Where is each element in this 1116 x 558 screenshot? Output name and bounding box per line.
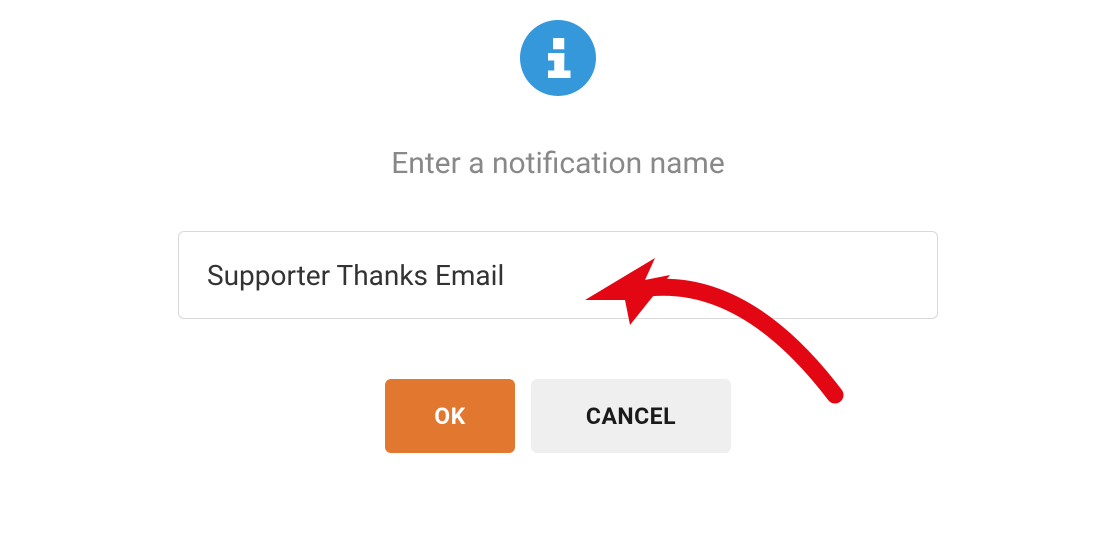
- notification-name-input[interactable]: [178, 231, 938, 319]
- dialog-button-row: OK CANCEL: [385, 379, 731, 453]
- dialog-prompt: Enter a notification name: [391, 146, 724, 181]
- cancel-button[interactable]: CANCEL: [531, 379, 731, 453]
- info-icon: [520, 20, 596, 96]
- ok-button[interactable]: OK: [385, 379, 515, 453]
